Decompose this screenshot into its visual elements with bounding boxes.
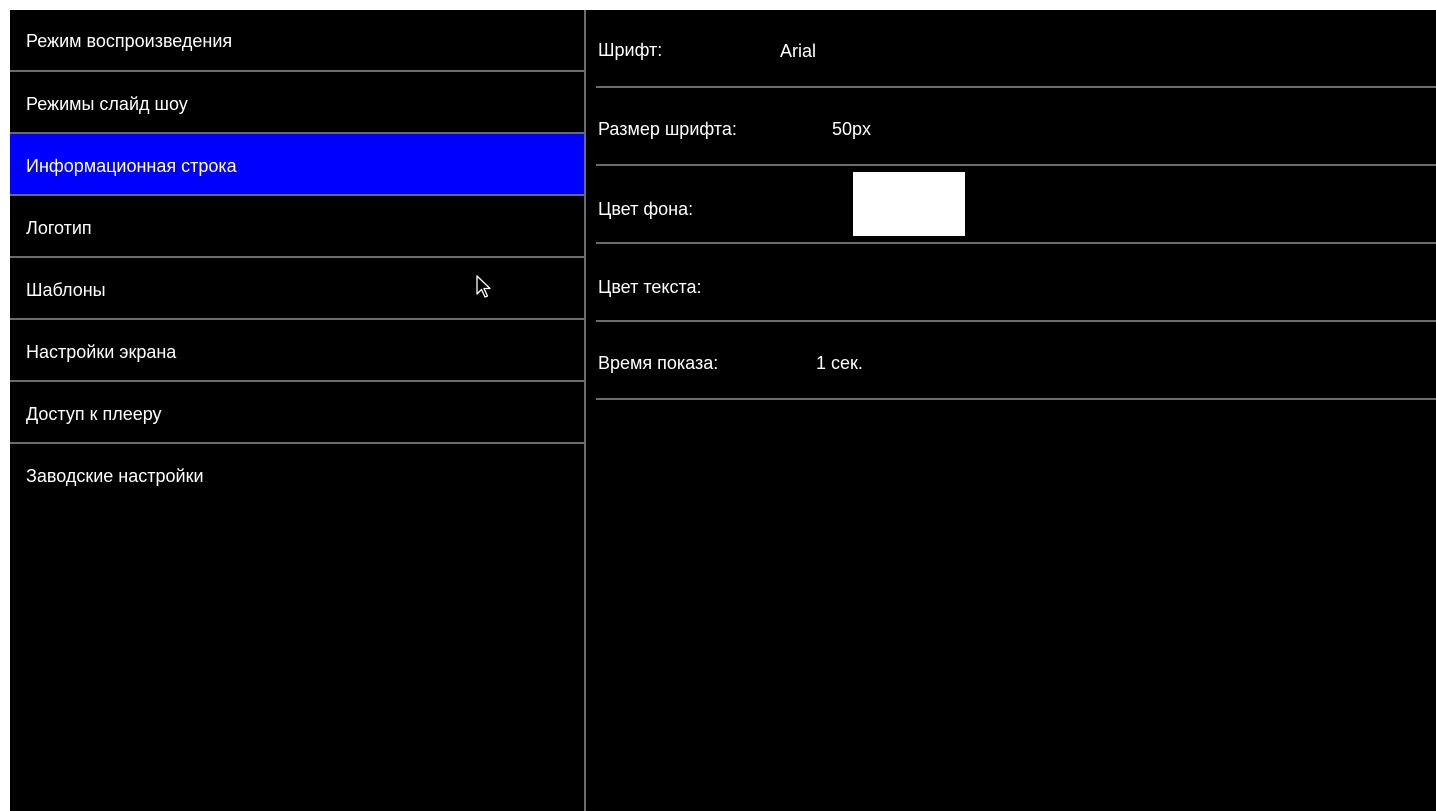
text-color-label: Цвет текста: (598, 277, 702, 297)
menu-item-player-access[interactable]: Доступ к плееру (10, 382, 584, 444)
menu-item-label: Режим воспроизведения (26, 31, 233, 51)
menu-item-label: Заводские настройки (26, 466, 204, 486)
menu-item-info-line[interactable]: Информационная строка (10, 134, 584, 196)
font-label: Шрифт: (598, 40, 663, 60)
menu-item-factory-settings[interactable]: Заводские настройки (10, 444, 584, 504)
settings-menu: Режим воспроизведения Режимы слайд шоу И… (10, 10, 584, 504)
menu-item-screen-settings[interactable]: Настройки экрана (10, 320, 584, 382)
menu-item-logo[interactable]: Логотип (10, 196, 584, 258)
setting-row-font-size[interactable]: Размер шрифта: 50px (596, 88, 1436, 166)
menu-item-playback-mode[interactable]: Режим воспроизведения (10, 10, 584, 72)
menu-item-label: Настройки экрана (26, 342, 177, 362)
menu-item-label: Режимы слайд шоу (26, 94, 188, 114)
arrow-pointer-icon (476, 275, 491, 298)
display-time-label: Время показа: (598, 353, 719, 373)
menu-item-label: Логотип (26, 218, 92, 238)
setting-row-display-time[interactable]: Время показа: 1 сек. (596, 322, 1436, 400)
setting-row-background-color[interactable]: Цвет фона: (596, 166, 1436, 244)
panel-divider (584, 10, 586, 811)
font-size-label: Размер шрифта: (598, 119, 737, 139)
font-size-value: 50px (832, 119, 872, 139)
menu-item-templates[interactable]: Шаблоны (10, 258, 584, 320)
info-line-settings-panel: Шрифт: Arial Размер шрифта: 50px Цвет фо… (596, 10, 1436, 811)
settings-sidebar: Режим воспроизведения Режимы слайд шоу И… (10, 10, 584, 811)
display-time-value: 1 сек. (816, 353, 863, 373)
background-color-swatch[interactable] (853, 172, 965, 236)
app-window: Режим воспроизведения Режимы слайд шоу И… (10, 10, 1436, 811)
font-value: Arial (780, 41, 817, 61)
menu-item-slideshow-modes[interactable]: Режимы слайд шоу (10, 72, 584, 134)
background-color-label: Цвет фона: (598, 199, 694, 219)
menu-item-label: Доступ к плееру (26, 404, 162, 424)
setting-row-font[interactable]: Шрифт: Arial (596, 10, 1436, 88)
menu-item-label: Шаблоны (26, 280, 106, 300)
menu-item-label: Информационная строка (26, 156, 237, 176)
setting-row-text-color[interactable]: Цвет текста: (596, 244, 1436, 322)
